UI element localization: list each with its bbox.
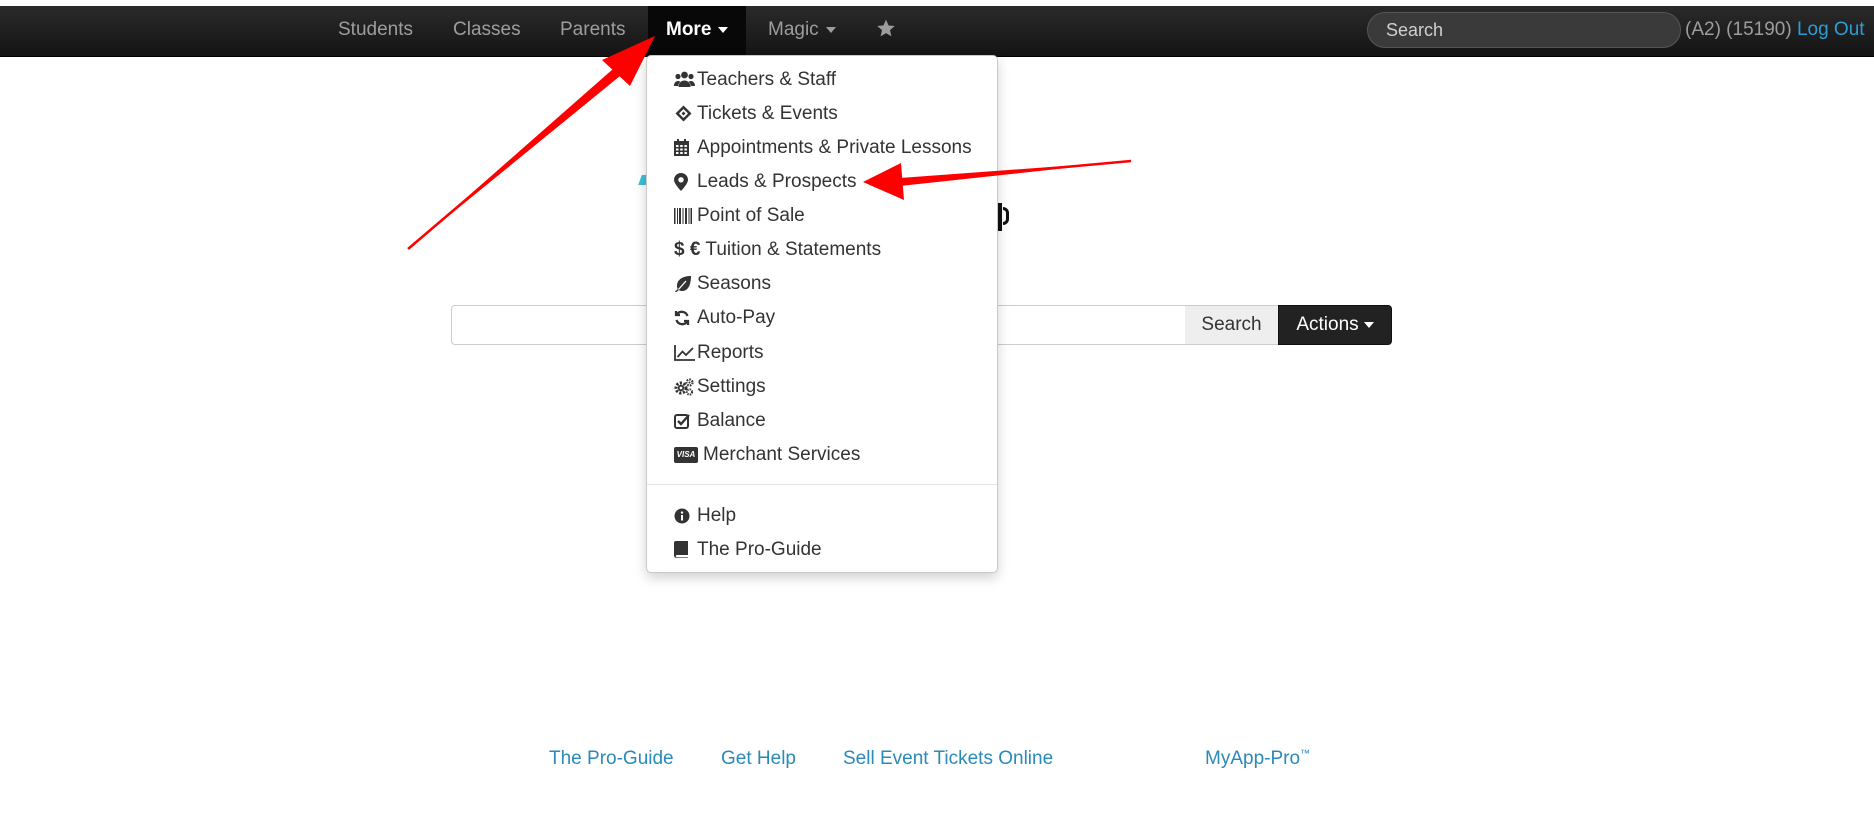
footer-link-sell-tickets[interactable]: Sell Event Tickets Online [843, 748, 1053, 770]
menu-item-auto-pay[interactable]: Auto-Pay [674, 303, 775, 333]
book-icon [674, 535, 696, 565]
nav-magic-dropdown[interactable]: Magic [768, 6, 836, 57]
actions-label: Actions [1296, 314, 1359, 335]
info-circle-icon [674, 501, 696, 531]
search-button[interactable]: Search [1185, 305, 1279, 345]
nav-magic-label: Magic [768, 19, 819, 40]
menu-item-label: Teachers & Staff [697, 69, 837, 91]
top-navbar: Students Classes Parents More Magic (A2)… [0, 6, 1874, 57]
menu-item-pro-guide[interactable]: The Pro-Guide [674, 535, 822, 565]
nav-classes-label: Classes [453, 19, 521, 40]
visa-card-icon: VISA [674, 446, 698, 463]
account-area: (A2) (15190) Log Out [1685, 6, 1865, 54]
chevron-down-icon [825, 26, 836, 33]
chevron-down-icon [718, 26, 729, 33]
menu-item-label: Auto-Pay [697, 307, 776, 329]
menu-item-label: Seasons [697, 273, 771, 295]
menu-item-label: Point of Sale [697, 205, 805, 227]
menu-item-settings[interactable]: Settings [674, 372, 766, 402]
annotation-arrow-to-more [407, 36, 655, 250]
menu-item-appointments[interactable]: Appointments & Private Lessons [674, 133, 972, 163]
menu-item-balance[interactable]: Balance [674, 406, 766, 436]
nav-more-dropdown[interactable]: More [648, 6, 747, 57]
users-icon [674, 65, 696, 95]
menu-item-seasons[interactable]: Seasons [674, 269, 771, 299]
menu-item-leads-prospects[interactable]: Leads & Prospects [674, 167, 856, 197]
barcode-icon [674, 201, 696, 231]
footer-link-myapp-pro[interactable]: MyApp-Pro™ [1205, 748, 1310, 770]
menu-item-tickets-events[interactable]: Tickets & Events [674, 99, 838, 129]
menu-item-label: Tickets & Events [697, 103, 838, 125]
line-chart-icon [674, 338, 696, 368]
check-square-icon [674, 406, 696, 436]
menu-item-label: Appointments & Private Lessons [697, 137, 972, 159]
menu-item-merchant-services[interactable]: VISA Merchant Services [674, 440, 860, 470]
menu-item-label: Reports [697, 342, 764, 364]
footer-link-label: MyApp-Pro [1205, 748, 1301, 769]
menu-item-tuition-statements[interactable]: $ € Tuition & Statements [674, 235, 881, 265]
refresh-icon [674, 303, 696, 333]
calendar-icon [674, 133, 696, 163]
map-marker-icon [674, 167, 696, 197]
logo-fragment [1003, 207, 1009, 225]
footer-link-get-help[interactable]: Get Help [721, 748, 796, 770]
menu-divider [647, 484, 997, 485]
menu-item-label: Leads & Prospects [697, 171, 857, 193]
account-info: (A2) (15190) [1685, 19, 1792, 40]
dollar-euro-icon: $ € [674, 239, 701, 260]
nav-parents[interactable]: Parents [560, 6, 625, 57]
actions-dropdown-button[interactable]: Actions [1278, 305, 1392, 345]
menu-item-help[interactable]: Help [674, 501, 736, 531]
menu-item-teachers-staff[interactable]: Teachers & Staff [674, 65, 836, 95]
nav-students[interactable]: Students [338, 6, 413, 57]
nav-favorites[interactable] [876, 6, 896, 57]
menu-item-label: The Pro-Guide [697, 539, 822, 561]
star-icon [877, 19, 895, 37]
leaf-icon [674, 269, 696, 299]
menu-item-reports[interactable]: Reports [674, 338, 764, 368]
menu-item-label: Tuition & Statements [705, 239, 882, 260]
menu-item-label: Help [697, 505, 737, 527]
menu-item-label: Merchant Services [703, 444, 861, 465]
footer-link-pro-guide[interactable]: The Pro-Guide [549, 748, 674, 770]
nav-more-label: More [666, 19, 712, 40]
nav-search-input[interactable] [1367, 12, 1681, 48]
menu-item-label: Balance [697, 410, 766, 432]
nav-students-label: Students [338, 19, 413, 40]
chevron-down-icon [1363, 321, 1374, 328]
trademark-symbol: ™ [1300, 748, 1311, 760]
nav-parents-label: Parents [560, 19, 626, 40]
ticket-icon [674, 99, 696, 129]
menu-item-label: Settings [697, 376, 766, 398]
logout-link[interactable]: Log Out [1797, 19, 1865, 40]
more-dropdown-menu: Teachers & Staff Tickets & Events Appoin… [646, 55, 998, 573]
nav-classes[interactable]: Classes [453, 6, 521, 57]
menu-item-point-of-sale[interactable]: Point of Sale [674, 201, 805, 231]
cogs-icon [674, 372, 696, 402]
